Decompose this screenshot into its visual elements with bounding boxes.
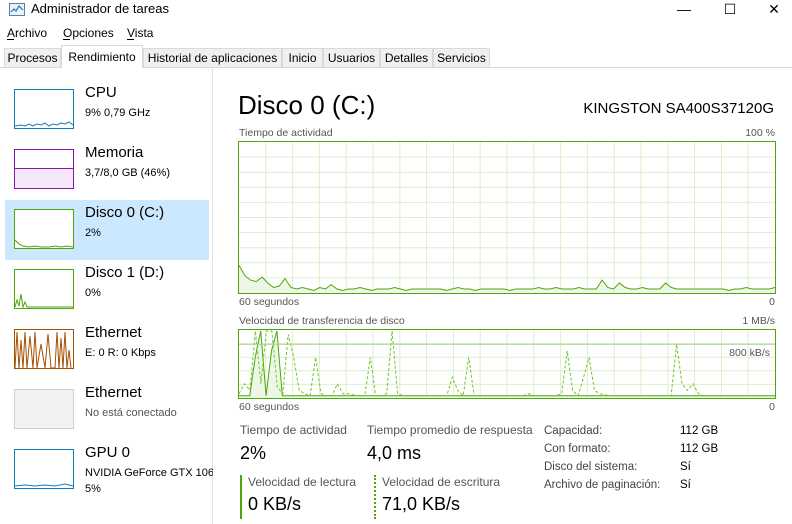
sidebar-item-title: Memoria	[85, 144, 144, 161]
property-value: Sí	[680, 461, 691, 473]
disk0-thumbnail-graph	[14, 209, 74, 249]
graph2-label: Velocidad de transferencia de disco	[239, 315, 405, 327]
page-title: Disco 0 (C:)	[238, 90, 376, 120]
sidebar-item-cpu[interactable]: CPU 9% 0,79 GHz	[5, 80, 209, 140]
property-value: 112 GB	[680, 425, 719, 437]
graph2-max-label: 1 MB/s	[742, 315, 775, 327]
menu-vista-underline	[127, 39, 134, 40]
sidebar-item-gpu-0[interactable]: GPU 0 NVIDIA GeForce GTX 1060 5%	[5, 440, 213, 500]
sidebar-item-title: GPU 0	[85, 444, 131, 461]
response-time-label: Tiempo promedio de respuesta	[367, 423, 533, 437]
ethernet-thumbnail-graph	[14, 329, 74, 369]
menu-opciones[interactable]: Opciones	[63, 26, 114, 40]
sidebar-item-title: Disco 0 (C:)	[85, 204, 165, 221]
graph2-mid-label: 800 kB/s	[729, 347, 770, 359]
activity-label: Tiempo de actividad	[240, 423, 347, 437]
activity-value: 2%	[240, 443, 267, 463]
graph2-time-label: 60 segundos	[239, 401, 300, 413]
disk1-thumbnail-graph	[14, 269, 74, 309]
tab-procesos[interactable]: Procesos	[4, 48, 61, 67]
response-time-value: 4,0 ms	[367, 443, 422, 463]
sidebar-item-subtitle-2: 5%	[85, 483, 101, 495]
sidebar-item-ethernet-1[interactable]: Ethernet E: 0 R: 0 Kbps	[5, 320, 209, 380]
menu-archivo[interactable]: Archivo	[7, 26, 47, 40]
sidebar-item-subtitle: 9% 0,79 GHz	[85, 107, 151, 119]
read-speed-label: Velocidad de lectura	[248, 475, 357, 489]
write-speed-indicator	[374, 475, 376, 519]
window-title: Administrador de tareas	[31, 1, 170, 16]
sidebar-item-title: Disco 1 (D:)	[85, 264, 165, 281]
menu-vista[interactable]: Vista	[127, 26, 153, 40]
ethernet-disconnected-thumbnail	[14, 389, 74, 429]
read-speed-indicator	[240, 475, 242, 519]
property-key: Archivo de paginación:	[544, 479, 661, 491]
sidebar-item-subtitle: 0%	[85, 287, 101, 299]
property-key: Disco del sistema:	[544, 461, 638, 473]
property-key: Capacidad:	[544, 425, 603, 437]
tab-historial[interactable]: Historial de aplicaciones	[143, 48, 282, 67]
close-button[interactable]: ✕	[752, 0, 792, 20]
gpu-thumbnail-graph	[14, 449, 74, 489]
graph1-min-label: 0	[769, 296, 775, 308]
sidebar-item-subtitle: 3,7/8,0 GB (46%)	[85, 167, 170, 179]
graph1-max-label: 100 %	[745, 127, 775, 139]
sidebar-item-title: CPU	[85, 84, 117, 101]
tab-inicio[interactable]: Inicio	[282, 48, 323, 67]
memory-thumbnail-graph	[14, 149, 74, 189]
property-value: 112 GB	[680, 443, 719, 455]
sidebar-item-disco-0[interactable]: Disco 0 (C:) 2%	[5, 200, 209, 260]
sidebar-item-ethernet-2[interactable]: Ethernet No está conectado	[5, 380, 209, 440]
sidebar-item-memoria[interactable]: Memoria 3,7/8,0 GB (46%)	[5, 140, 209, 200]
transfer-rate-graph	[238, 329, 776, 399]
sidebar-item-disco-1[interactable]: Disco 1 (D:) 0%	[5, 260, 209, 320]
minimize-button[interactable]: —	[662, 0, 706, 20]
tab-detalles[interactable]: Detalles	[380, 48, 433, 67]
sidebar-item-title: Ethernet	[85, 324, 142, 341]
sidebar-item-subtitle: No está conectado	[85, 407, 177, 419]
disk-model: KINGSTON SA400S37120G	[583, 100, 774, 117]
sidebar-item-subtitle: NVIDIA GeForce GTX 1060	[85, 467, 213, 479]
write-speed-label: Velocidad de escritura	[382, 475, 501, 489]
write-speed-value: 71,0 KB/s	[382, 494, 461, 514]
cpu-thumbnail-graph	[14, 89, 74, 129]
property-key: Con formato:	[544, 443, 611, 455]
graph1-time-label: 60 segundos	[239, 296, 300, 308]
menu-archivo-underline	[7, 39, 14, 40]
sidebar-item-title: Ethernet	[85, 384, 142, 401]
sidebar-item-subtitle: 2%	[85, 227, 101, 239]
maximize-button[interactable]: ☐	[708, 0, 752, 20]
graph1-label: Tiempo de actividad	[239, 127, 333, 139]
activity-graph	[238, 141, 776, 294]
tab-servicios[interactable]: Servicios	[433, 48, 490, 67]
task-manager-icon	[9, 3, 25, 16]
read-speed-value: 0 KB/s	[248, 494, 302, 514]
tab-rendimiento[interactable]: Rendimiento	[61, 45, 143, 68]
menu-opciones-underline	[63, 39, 70, 40]
tab-usuarios[interactable]: Usuarios	[323, 48, 380, 67]
property-value: Sí	[680, 479, 691, 491]
sidebar-item-subtitle: E: 0 R: 0 Kbps	[85, 347, 156, 359]
graph2-min-label: 0	[769, 401, 775, 413]
